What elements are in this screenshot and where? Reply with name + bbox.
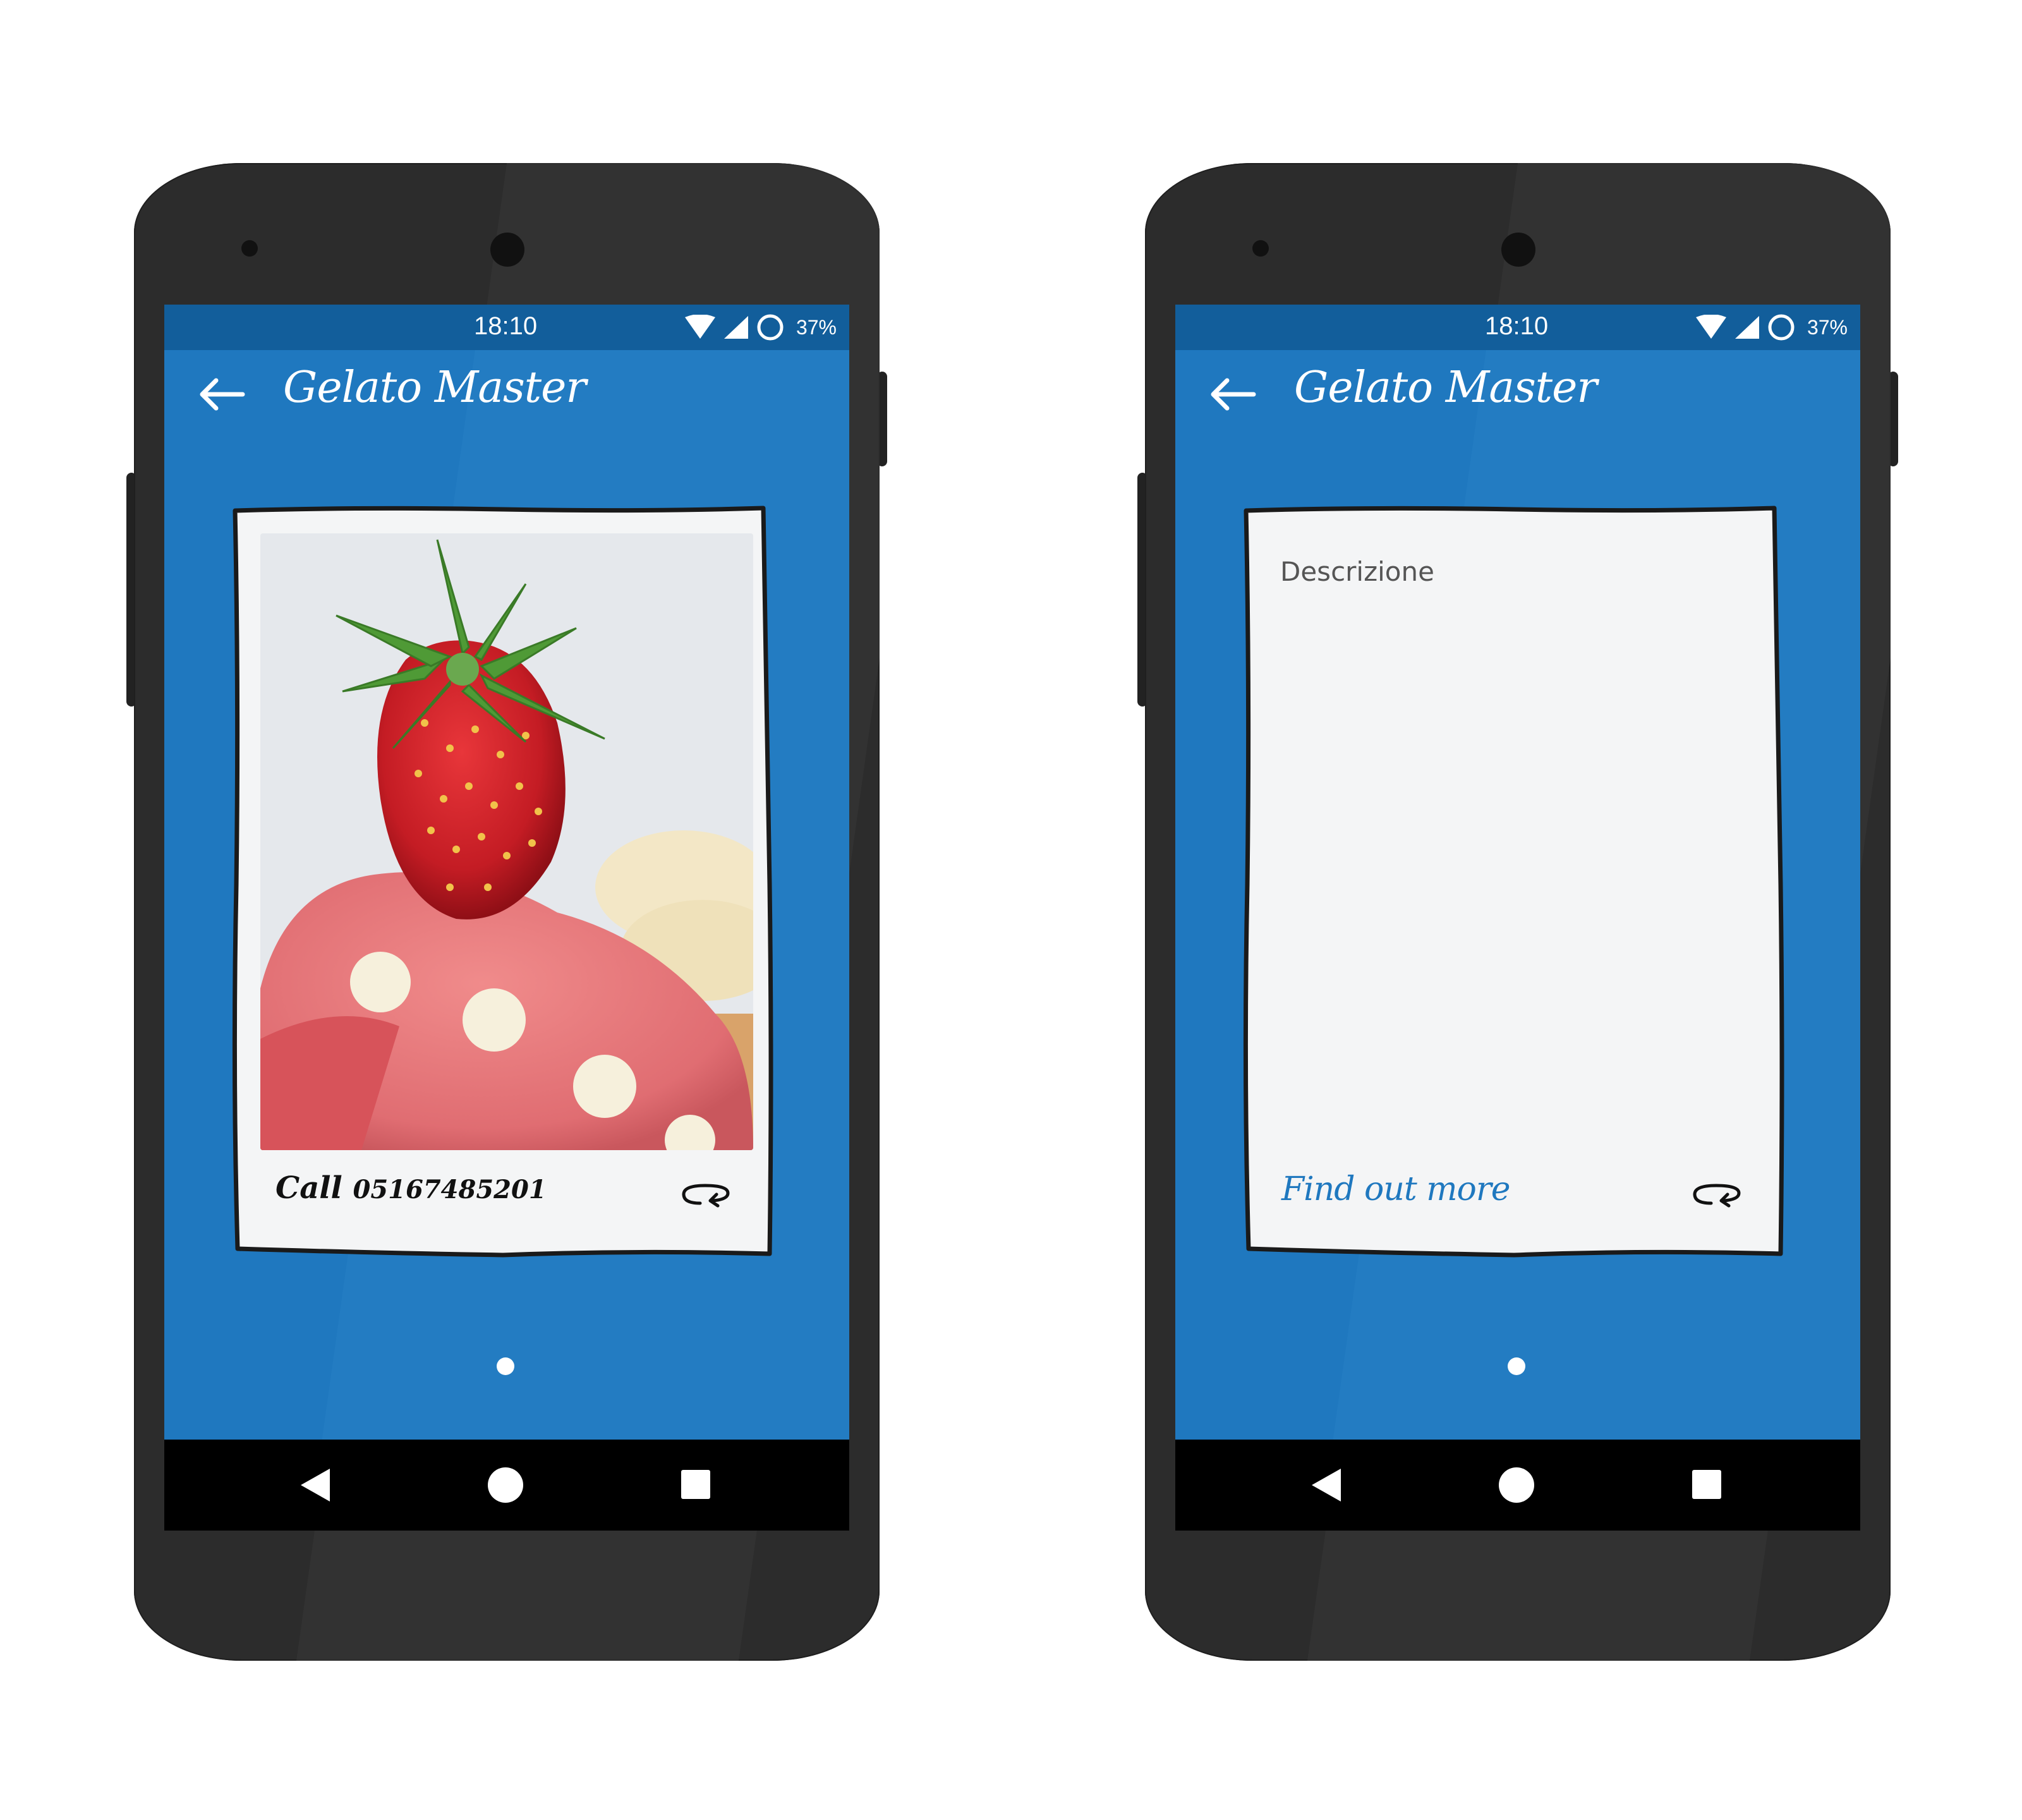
wifi-icon — [1695, 315, 1726, 339]
battery-ring-icon — [1768, 314, 1795, 341]
call-label: Call — [275, 1170, 342, 1206]
screen: 18:10 37% Gelat — [164, 305, 849, 1531]
card-outline — [1243, 506, 1784, 1258]
call-number-text[interactable]: Call 05167485201 — [275, 1170, 547, 1206]
app-title: Gelato Master — [1294, 363, 1597, 413]
description-text: Descrizione — [1280, 556, 1434, 587]
cell-signal-icon — [723, 316, 748, 339]
battery-ring-icon — [757, 314, 784, 341]
status-time: 18:10 — [474, 312, 538, 340]
find-out-more-link[interactable]: Find out more — [1281, 1170, 1510, 1208]
arrow-left-icon[interactable] — [197, 375, 248, 413]
front-camera — [1501, 233, 1535, 267]
phone-back-view: 18:10 37% Gelato Master Descrizione Find… — [1137, 163, 1898, 1661]
home-circle-icon[interactable] — [1499, 1467, 1534, 1503]
gelato-image — [260, 533, 753, 1150]
arrow-left-icon[interactable] — [1208, 375, 1259, 413]
strawberry-gelato-photo — [260, 533, 753, 1150]
phone-number: 05167485201 — [353, 1175, 547, 1204]
wifi-icon — [684, 315, 715, 339]
app-title: Gelato Master — [283, 363, 586, 413]
phone-front-view: 18:10 37% Gelato Master Call 05167485201 — [126, 163, 887, 1661]
navigation-bar — [1175, 1440, 1860, 1531]
page-indicator-dot — [1508, 1357, 1525, 1375]
status-bar: 18:10 37% — [1175, 305, 1860, 350]
app-bar: Gelato Master — [1175, 350, 1860, 439]
back-triangle-icon[interactable] — [1308, 1466, 1346, 1504]
battery-percent: 37% — [796, 315, 837, 339]
phone-body: 18:10 37% Gelat — [134, 163, 880, 1661]
navigation-bar — [164, 1440, 849, 1531]
status-icons: 37% — [1695, 312, 1848, 343]
phone-body: 18:10 37% Gelat — [1145, 163, 1891, 1661]
battery-percent: 37% — [1807, 315, 1848, 339]
proximity-sensor — [1252, 240, 1269, 257]
flip-arrows-icon[interactable] — [675, 1180, 736, 1210]
status-bar: 18:10 37% — [164, 305, 849, 350]
screen: 18:10 37% Gelat — [1175, 305, 1860, 1531]
front-camera — [490, 233, 524, 267]
recents-square-icon[interactable] — [1692, 1470, 1721, 1499]
gelato-card-front[interactable]: Call 05167485201 — [231, 506, 775, 1258]
recents-square-icon[interactable] — [681, 1470, 710, 1499]
proximity-sensor — [241, 240, 258, 257]
flip-arrows-icon[interactable] — [1686, 1180, 1747, 1210]
app-bar: Gelato Master — [164, 350, 849, 439]
back-triangle-icon[interactable] — [297, 1466, 335, 1504]
cell-signal-icon — [1734, 316, 1759, 339]
page-indicator-dot — [497, 1357, 514, 1375]
home-circle-icon[interactable] — [488, 1467, 523, 1503]
status-time: 18:10 — [1485, 312, 1549, 340]
gelato-card-back[interactable]: Descrizione Find out more — [1242, 506, 1786, 1258]
status-icons: 37% — [684, 312, 837, 343]
